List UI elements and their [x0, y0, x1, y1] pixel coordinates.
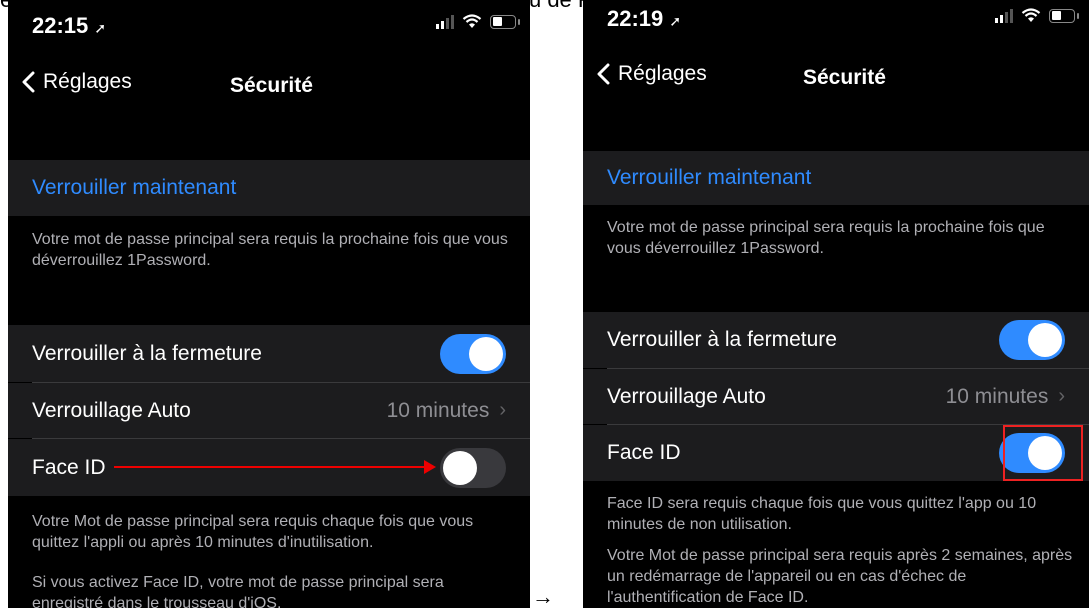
- face-id-footer-1: Votre Mot de passe principal sera requis…: [32, 513, 474, 551]
- battery-icon: [1049, 8, 1079, 23]
- face-id-label: Face ID: [607, 441, 681, 464]
- highlight-box: [1003, 425, 1083, 481]
- signal-icon: [995, 8, 1013, 23]
- lock-on-close-label: Verrouiller à la fermeture: [32, 341, 262, 365]
- wifi-icon: [462, 14, 482, 28]
- back-label: Réglages: [618, 62, 707, 85]
- battery-icon: [490, 14, 520, 29]
- auto-lock-label: Verrouillage Auto: [607, 384, 766, 408]
- location-arrow-icon: ➚: [669, 13, 682, 29]
- lock-now-label: Verrouiller maintenant: [607, 166, 812, 189]
- chevron-left-icon: [597, 63, 610, 85]
- status-bar: 22:15 ➚: [8, 0, 530, 50]
- location-arrow-icon: ➚: [94, 20, 107, 36]
- toggle-knob: [443, 450, 477, 485]
- screenshot-after: 22:19 ➚ Réglages Sécurité Verrouiller ma…: [583, 0, 1089, 608]
- nav-bar: Réglages Sécurité: [8, 56, 530, 116]
- toggle-knob: [469, 336, 503, 371]
- lock-on-close-row: Verrouiller à la fermeture: [583, 312, 1089, 368]
- lock-on-close-toggle[interactable]: [999, 320, 1065, 360]
- lock-on-close-row: Verrouiller à la fermeture: [8, 325, 530, 382]
- nav-bar: Réglages Sécurité: [583, 48, 1089, 108]
- signal-icon: [436, 14, 454, 29]
- wifi-icon: [1021, 8, 1041, 22]
- lock-now-button[interactable]: Verrouiller maintenant: [8, 160, 530, 216]
- page-title: Sécurité: [230, 74, 313, 97]
- arrow-between-screens: →: [532, 584, 554, 609]
- lock-now-button[interactable]: Verrouiller maintenant: [583, 151, 1089, 205]
- back-button[interactable]: Réglages: [22, 70, 132, 94]
- auto-lock-value: 10 minutes: [945, 384, 1049, 408]
- chevron-right-icon: ›: [499, 399, 506, 421]
- back-button[interactable]: Réglages: [597, 62, 707, 86]
- lock-on-close-toggle[interactable]: [440, 333, 506, 374]
- lock-on-close-label: Verrouiller à la fermeture: [607, 328, 837, 351]
- lock-now-label: Verrouiller maintenant: [32, 176, 237, 199]
- page-title: Sécurité: [803, 66, 886, 89]
- auto-lock-label: Verrouillage Auto: [32, 398, 191, 422]
- lock-now-footer: Votre mot de passe principal sera requis…: [32, 231, 508, 269]
- toggle-knob: [1028, 323, 1062, 357]
- face-id-footer-2: Votre Mot de passe principal sera requis…: [607, 547, 1073, 606]
- annotation-arrow: [114, 460, 436, 474]
- auto-lock-row[interactable]: Verrouillage Auto 10 minutes ›: [583, 369, 1089, 424]
- chevron-left-icon: [22, 71, 35, 93]
- screenshot-before: 22:15 ➚ Réglages Sécurité Verrouiller ma…: [8, 0, 530, 608]
- auto-lock-row[interactable]: Verrouillage Auto 10 minutes ›: [8, 383, 530, 438]
- chevron-right-icon: ›: [1058, 385, 1065, 407]
- status-time: 22:15 ➚: [32, 13, 107, 38]
- status-time: 22:19 ➚: [607, 6, 682, 31]
- status-icons: [995, 8, 1079, 23]
- face-id-footer-1: Face ID sera requis chaque fois que vous…: [607, 495, 1037, 533]
- face-id-toggle[interactable]: [440, 447, 506, 488]
- auto-lock-value: 10 minutes: [386, 398, 490, 422]
- status-icons: [436, 14, 520, 29]
- lock-now-footer: Votre mot de passe principal sera requis…: [607, 219, 1045, 257]
- face-id-footer-2: Si vous activez Face ID, votre mot de pa…: [32, 574, 444, 608]
- status-bar: 22:19 ➚: [583, 0, 1089, 50]
- back-label: Réglages: [43, 70, 132, 93]
